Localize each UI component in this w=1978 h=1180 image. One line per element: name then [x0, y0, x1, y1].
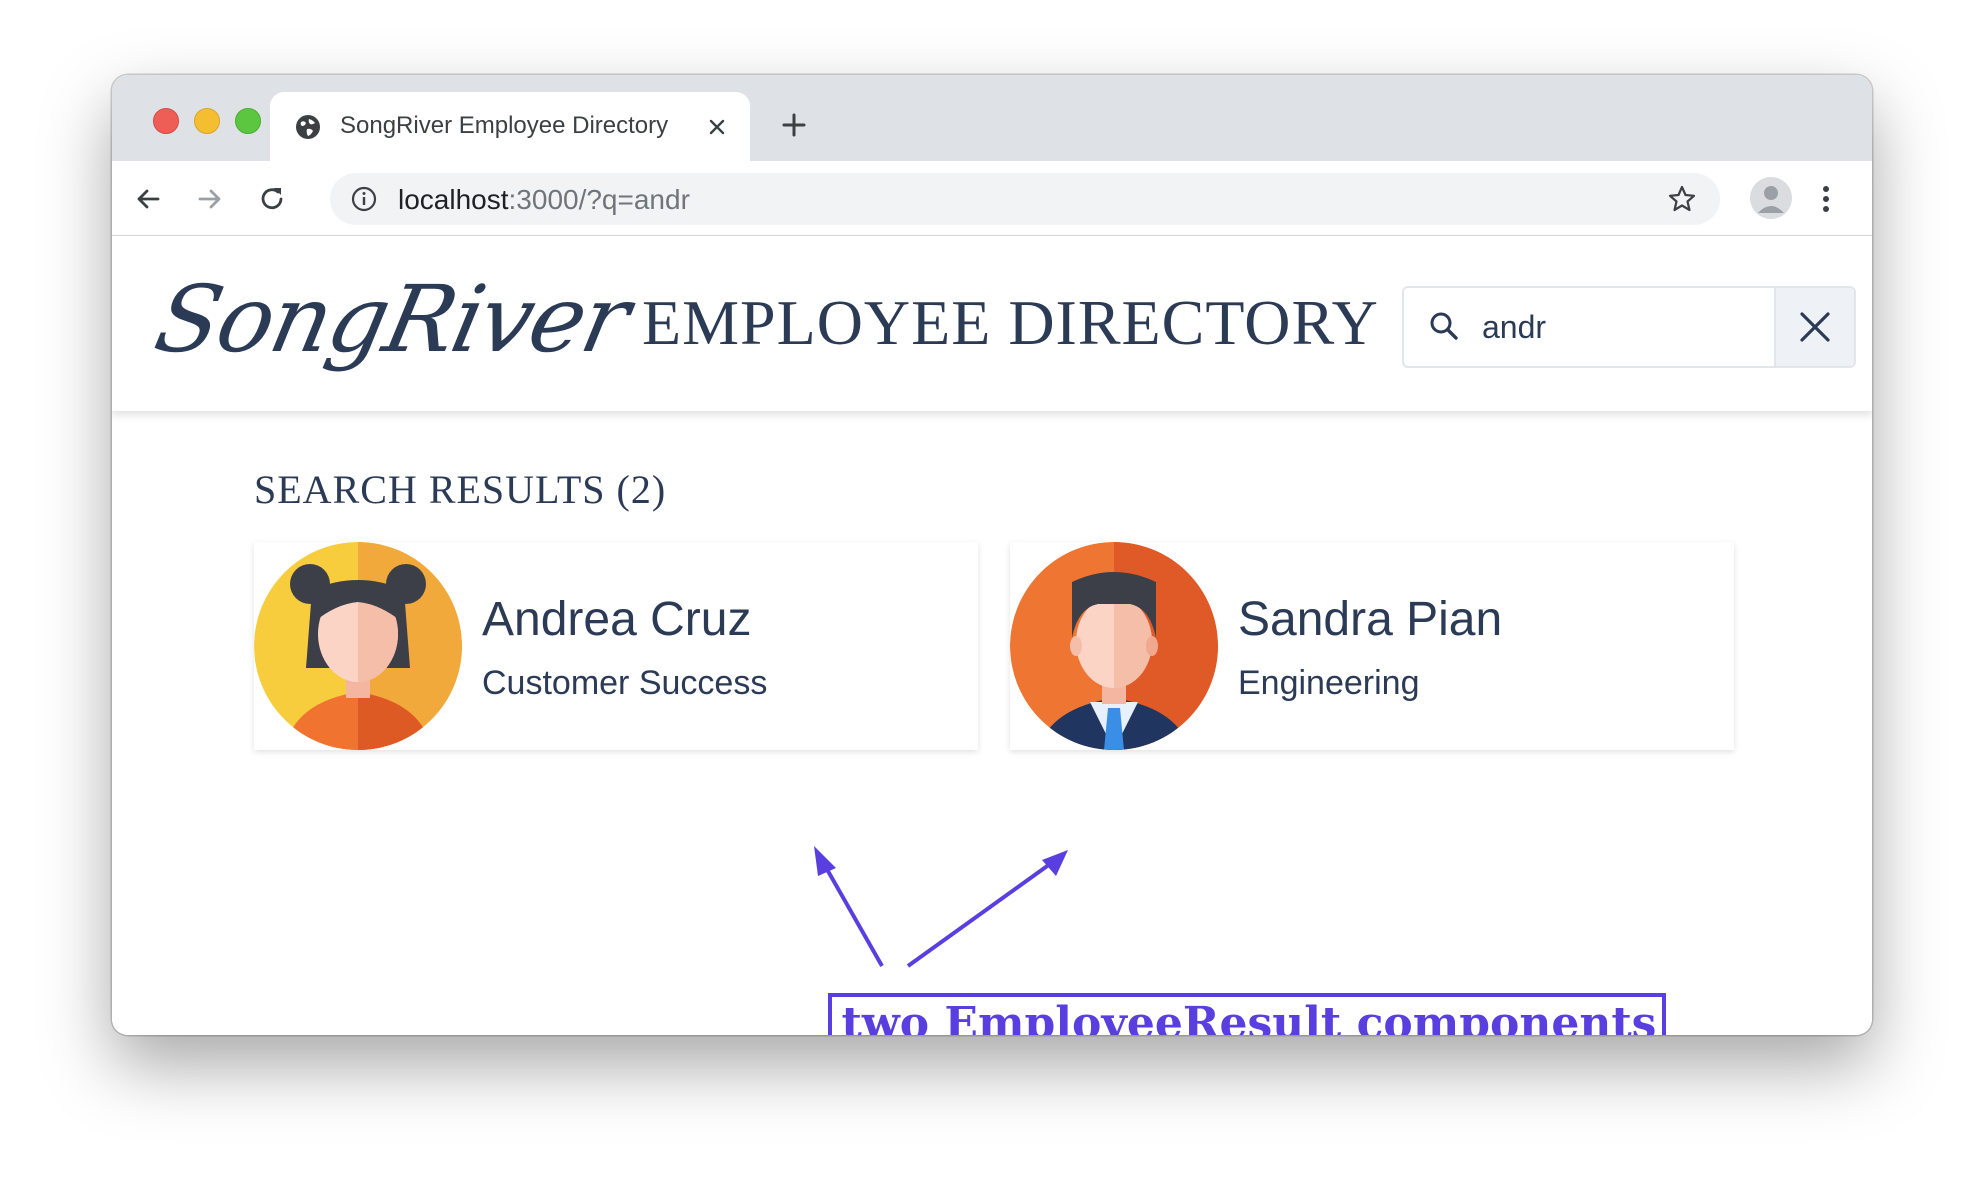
annotation-label: two EmployeeResult components: [841, 998, 1657, 1035]
more-menu-icon[interactable]: [1816, 181, 1836, 217]
arrow-to-first-card: [814, 846, 884, 967]
info-icon[interactable]: [350, 185, 378, 213]
man-avatar-icon: [1010, 542, 1218, 750]
browser-window: SongRiver Employee Directory localhost:3…: [112, 75, 1872, 1035]
maximize-window-button[interactable]: [235, 108, 261, 134]
reload-icon[interactable]: [256, 183, 288, 215]
address-bar[interactable]: localhost:3000/?q=andr: [330, 173, 1720, 225]
clear-search-button[interactable]: [1774, 288, 1854, 366]
arrow-to-second-card: [906, 850, 1068, 968]
search-box: [1402, 286, 1856, 368]
active-tab[interactable]: SongRiver Employee Directory: [270, 92, 750, 161]
back-arrow-icon[interactable]: [132, 183, 164, 215]
forward-arrow-icon[interactable]: [194, 183, 226, 215]
employee-result-card[interactable]: Sandra Pian Engineering: [1010, 542, 1734, 750]
close-tab-icon[interactable]: [706, 116, 728, 138]
songriver-logo[interactable]: SongRiver: [130, 256, 637, 386]
annotation-box: two EmployeeResult components: [828, 993, 1666, 1035]
employee-name: Andrea Cruz: [482, 593, 752, 646]
profile-avatar[interactable]: [1750, 177, 1792, 219]
employee-result-card[interactable]: Andrea Cruz Customer Success: [254, 542, 978, 750]
results-heading: SEARCH RESULTS (2): [254, 467, 667, 512]
employee-department: Customer Success: [482, 664, 768, 702]
app-header: SongRiver EMPLOYEE DIRECTORY: [112, 236, 1872, 411]
minimize-window-button[interactable]: [194, 108, 220, 134]
employee-name: Sandra Pian: [1238, 593, 1503, 646]
woman-avatar-icon: [254, 542, 462, 750]
close-window-button[interactable]: [153, 108, 179, 134]
new-tab-icon[interactable]: [780, 111, 808, 139]
close-icon: [1800, 312, 1830, 342]
page-title: EMPLOYEE DIRECTORY: [642, 287, 1379, 358]
tab-title: SongRiver Employee Directory: [340, 112, 669, 139]
bookmark-star-icon[interactable]: [1666, 183, 1698, 215]
tab-strip: SongRiver Employee Directory: [112, 75, 1872, 161]
url-text[interactable]: localhost:3000/?q=andr: [398, 184, 690, 216]
search-input[interactable]: [1480, 304, 1764, 350]
employee-department: Engineering: [1238, 664, 1420, 702]
globe-icon: [296, 115, 320, 139]
search-icon: [1430, 312, 1458, 340]
browser-toolbar: localhost:3000/?q=andr: [112, 161, 1872, 236]
page-content: SongRiver EMPLOYEE DIRECTORY SEARCH RESU…: [112, 236, 1872, 1035]
person-icon: [1750, 177, 1792, 219]
